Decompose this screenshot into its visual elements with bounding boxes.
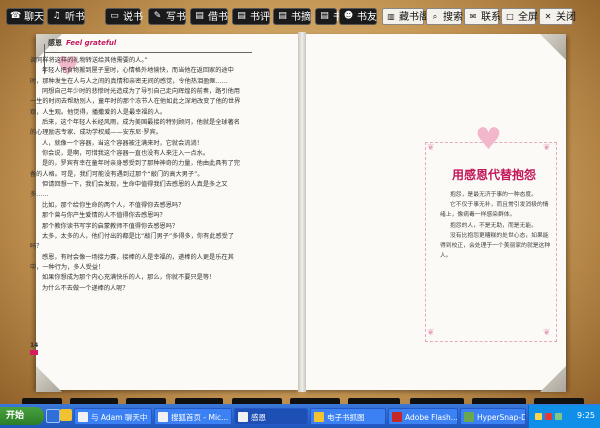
library-button[interactable]: ▥ 藏书阁 (382, 8, 429, 25)
pen-icon: ✎ (153, 11, 162, 21)
contact-button[interactable]: ✉ 联系 (464, 8, 501, 25)
library-icon: ▥ (387, 12, 395, 21)
friends-button[interactable]: ☻ 书友 (339, 8, 377, 25)
left-page-header: 感恩 Feel grateful (48, 39, 117, 47)
book-spine (298, 32, 306, 392)
close-button[interactable]: ✕ 关闭 (539, 8, 576, 25)
flash-icon (392, 412, 402, 422)
search-icon: ⌕ (432, 12, 438, 21)
taskbar-item-folder[interactable]: 电子书抓图 (310, 408, 386, 425)
paragraph: 你会说，是啊，可惜我这个容器一直也没有人来注入一点水。 (42, 150, 210, 158)
hypersnap-icon (464, 412, 474, 422)
chapter-title: 用感恩代替抱怨 (451, 168, 536, 182)
quicklaunch-folder-icon[interactable] (60, 409, 72, 421)
taskbar-item-flash[interactable]: Adobe Flash... (388, 408, 458, 425)
taskbar-item-chat[interactable]: 与 Adam 聊天中 (74, 408, 152, 425)
swirl-ornament-icon: ❦ (543, 143, 551, 153)
left-page-text: 调同样将这样的礼物转送给其他需要的人。” 年轻人把食物搬到屋子里时，心情格外地愉… (30, 56, 242, 294)
review-button[interactable]: ▤ 书评 (232, 8, 270, 25)
taskbar-item-hypersnap[interactable]: HyperSnap-D... (460, 408, 526, 425)
headphones-icon: ♫ (52, 11, 61, 21)
tray-icon[interactable] (555, 413, 562, 420)
tray-icon[interactable] (535, 413, 542, 420)
paragraph: 感恩，有时会像一场接力赛，接棒的人是幸福的，递棒的人更是乐在其中，一种行为，多人… (30, 253, 234, 271)
excerpt-icon: ▤ (278, 11, 287, 21)
paragraph: 后来，这个年轻人长经风雨，成为美国最接的特别顾问，他就是全球著名的心理励志专家、… (30, 119, 240, 137)
paragraph: 那个曾与你产生爱情的人不值得你去感恩吗？ (42, 212, 166, 220)
paragraph: 为什么不去做一个递棒的人呢？ (42, 284, 129, 292)
paragraph: 抱怨的人，不是无助，而是无能。 (450, 222, 537, 229)
clock: 9:25 (577, 411, 595, 420)
right-page-text: 抱怨，是最无济于事的一种态度。 它不仅于事无补，而且常引发消极的情绪上，像病毒一… (440, 190, 552, 261)
swirl-ornament-icon: ❦ (427, 143, 435, 153)
paragraph: 如果你想成为那个内心充满快乐的人，那么，你就不要只是等！ (42, 274, 216, 282)
paragraph: 调同样将这样的礼物转送给其他需要的人。” (30, 57, 148, 64)
fullscreen-button[interactable]: □ 全屏 (501, 8, 538, 25)
page-number-marker (30, 350, 38, 355)
close-icon: ✕ (544, 12, 552, 21)
search-button[interactable]: ⌕ 搜索 (426, 8, 463, 25)
narrate-button[interactable]: ▭ 说书 (105, 8, 143, 25)
tray-icon[interactable] (545, 413, 552, 420)
chat-icon: ☎ (10, 11, 22, 21)
taskbar-item-browser[interactable]: 搜狐首页 - Mic... (154, 408, 232, 425)
contact-icon: ✉ (469, 12, 477, 21)
book-icon: ▤ (195, 11, 204, 21)
chat-button[interactable]: ☎ 聊天 (6, 8, 44, 25)
header-rule (44, 52, 252, 53)
listen-button[interactable]: ♫ 听书 (47, 8, 85, 25)
paragraph: 它不仅于事无补，而且常引发消极的情绪上，像病毒一样感染群体。 (440, 202, 549, 219)
paragraph: 同想自己年少时的悲惨时光造成为了导引自己走向辉煌的前奏，路引他用一生的时间去帮助… (30, 88, 241, 116)
fullscreen-icon: □ (506, 12, 514, 21)
borrow-button[interactable]: ▤ 借书 (190, 8, 228, 25)
paragraph: 人，就像一个容器，当这个容器被注满来时，它就会流淌！ (42, 139, 203, 147)
swirl-ornament-icon: ❦ (543, 328, 551, 338)
paragraph: 那个教你读书写字的启蒙教师不值得你去感恩吗？ (42, 222, 179, 230)
heart-ornament-icon: ♥ (475, 122, 502, 157)
chat-window-icon (78, 412, 88, 422)
paragraph: 比如，那个给你生命的两个人，不值得你去感恩吗？ (42, 201, 185, 209)
paragraph: 抱怨，是最无济于事的一种态度。 (450, 192, 537, 198)
system-tray: 9:25 (528, 405, 600, 428)
paragraph: 太多，太多的人，他们付出的都是比“敲门男子”多得多，你有此感受了吗？ (30, 232, 235, 251)
paragraph: 年轻人把食物搬到屋子里时，心情格外地愉快，而当他在返回家的途中时，那种发生在人与… (30, 67, 234, 85)
news-button[interactable]: ▤书讯 (315, 8, 353, 25)
start-button[interactable]: 开始 (0, 407, 44, 425)
swirl-ornament-icon: ❦ (427, 328, 435, 338)
friends-icon: ☻ (343, 11, 354, 21)
quicklaunch-ie-icon[interactable] (46, 409, 60, 423)
paragraph: 是的，罗宾有幸在童年时亲身感受到了那种神奇的力量，他由此具有了完备的人格。可是，… (30, 160, 240, 178)
ebook-icon (238, 412, 248, 422)
folder-icon (314, 412, 324, 422)
paragraph: 没有比抱怨更糟糕的处世心态，如果能得到校正，会处理于一个美丽家的就是这种人。 (440, 232, 551, 260)
browser-icon (158, 412, 168, 422)
excerpt-button[interactable]: ▤ 书摘 (273, 8, 311, 25)
mic-icon: ▭ (110, 11, 119, 21)
write-button[interactable]: ✎ 写书 (148, 8, 186, 25)
news-icon: ▤ (320, 11, 329, 21)
page-number: 14 (30, 342, 39, 349)
paragraph: 但请回想一下，我们会发现，生命中值得我们去感恩的人真是多之又多…… (30, 181, 228, 199)
review-icon: ▤ (237, 11, 246, 21)
taskbar-item-ebook[interactable]: 感恩 (234, 408, 308, 425)
